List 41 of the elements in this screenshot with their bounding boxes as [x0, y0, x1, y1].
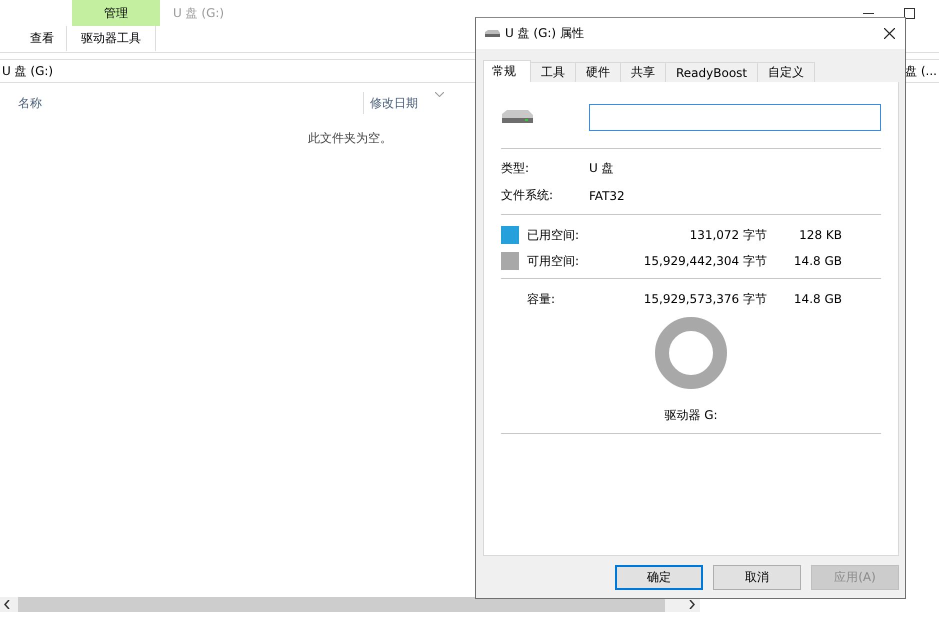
- drive-icon: [501, 110, 533, 124]
- usage-donut-drawing: [655, 317, 727, 389]
- size-value: 14.8 GB: [792, 254, 842, 268]
- dialog-tab[interactable]: 硬件: [576, 62, 621, 82]
- ribbon-tab[interactable]: 查看: [18, 26, 66, 51]
- property-label: 文件系统:: [501, 187, 554, 204]
- byte-count: 131,072 字节: [688, 226, 767, 244]
- window-title: U 盘 (G:): [173, 4, 224, 22]
- close-icon[interactable]: [884, 28, 895, 39]
- byte-count: 15,929,573,376 字节: [642, 290, 767, 308]
- drive-label: 驱动器 G:: [664, 407, 718, 424]
- search-field[interactable]: 盘 (...: [905, 62, 937, 80]
- horizontal-scrollbar[interactable]: [0, 597, 700, 612]
- space-label: 可用空间:: [527, 252, 580, 270]
- drive-name-field[interactable]: [588, 104, 881, 130]
- ribbon-context-tab[interactable]: 管理: [72, 0, 160, 26]
- maximize-icon[interactable]: [904, 8, 915, 18]
- size-value: 128 KB: [798, 228, 842, 242]
- empty-folder-message: 此文件夹为空。: [308, 131, 392, 145]
- column-header[interactable]: 修改日期: [370, 94, 418, 112]
- dialog-title: U 盘 (G:) 属性: [505, 25, 584, 42]
- drive-icon: [484, 30, 500, 38]
- minimize-icon[interactable]: [863, 12, 874, 14]
- property-label: 类型:: [501, 160, 530, 177]
- ribbon-tab[interactable]: 驱动器工具: [66, 26, 156, 51]
- dialog-button[interactable]: 取消: [713, 565, 801, 590]
- dialog-tab[interactable]: 工具: [531, 62, 576, 82]
- dialog-tab[interactable]: 共享: [621, 62, 666, 82]
- space-label: 已用空间:: [527, 226, 580, 244]
- capacity-label: 容量:: [527, 290, 556, 308]
- chevron-icon[interactable]: [435, 92, 444, 97]
- column-header[interactable]: 名称: [0, 94, 363, 112]
- dialog-tab[interactable]: 自定义: [758, 62, 816, 82]
- size-value: 14.8 GB: [792, 292, 842, 306]
- property-value: U 盘: [589, 160, 614, 177]
- dialog-tab[interactable]: ReadyBoost: [666, 62, 758, 82]
- property-value: FAT32: [589, 188, 625, 202]
- dialog-tab[interactable]: 常规: [483, 60, 531, 82]
- dialog-button[interactable]: 确定: [615, 565, 703, 590]
- address-bar[interactable]: U 盘 (G:): [2, 62, 54, 80]
- byte-count: 15,929,442,304 字节: [642, 252, 767, 270]
